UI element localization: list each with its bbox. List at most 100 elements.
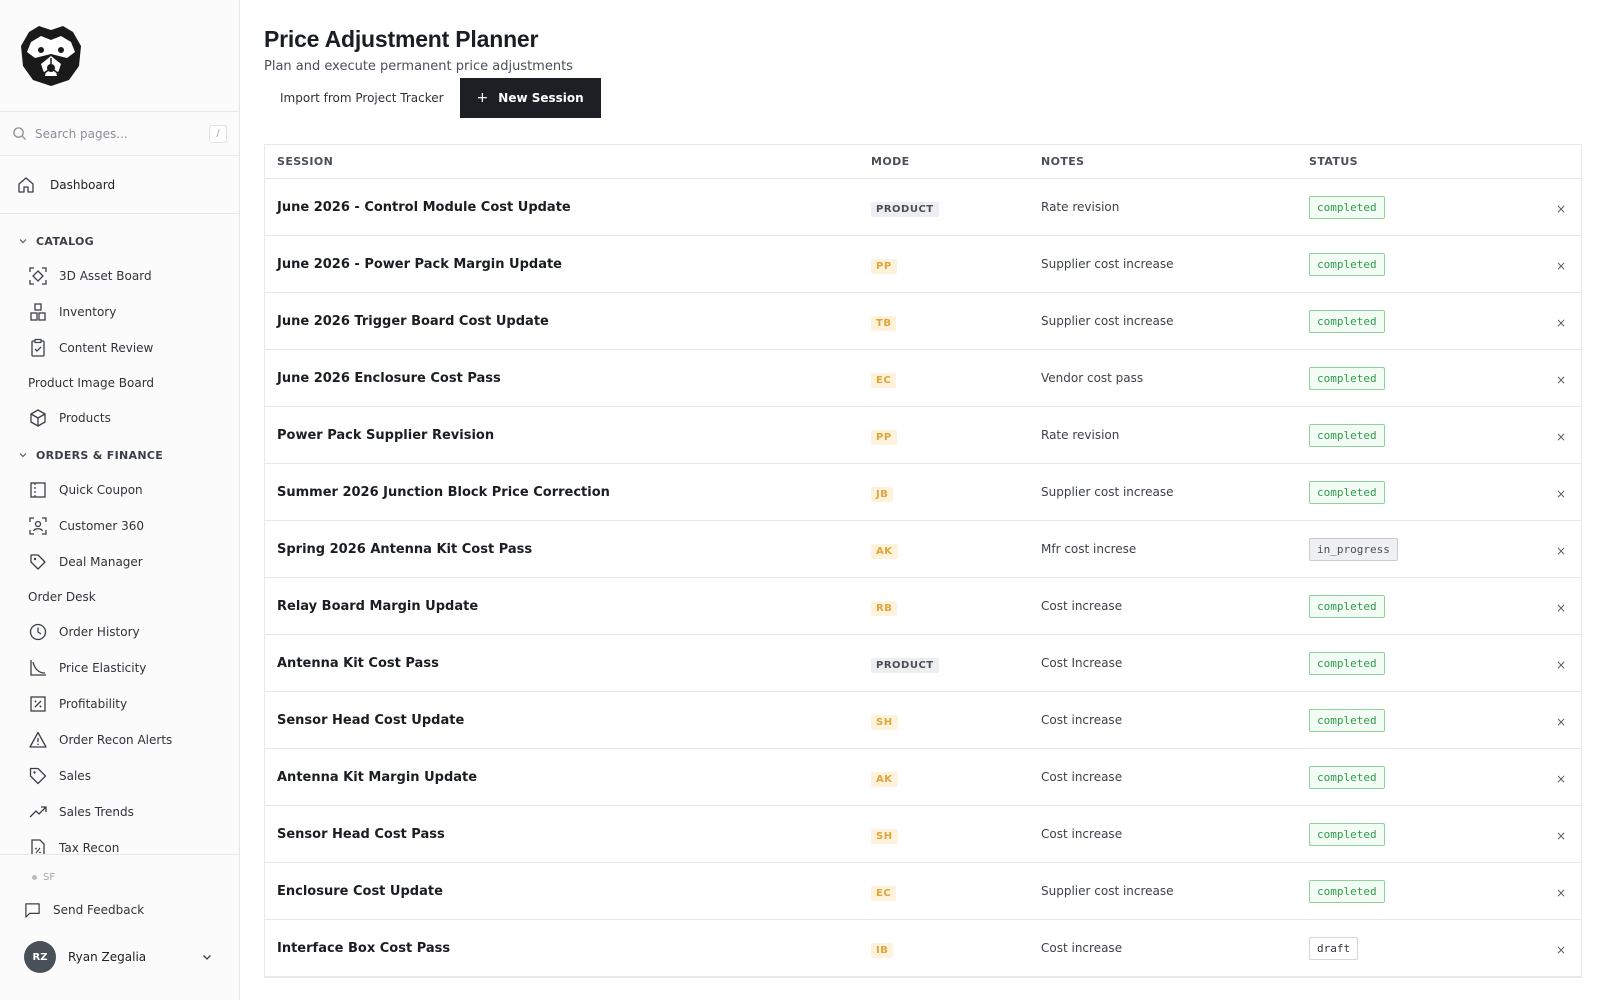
status-badge: completed xyxy=(1309,366,1385,390)
session-name[interactable]: Power Pack Supplier Revision xyxy=(265,428,871,443)
table-row[interactable]: June 2026 - Power Pack Margin Update PP Su… xyxy=(265,236,1581,293)
status-badge: completed xyxy=(1309,765,1385,789)
status-badge: completed xyxy=(1309,594,1385,618)
column-header-notes: NOTES xyxy=(1041,155,1085,168)
sidebar-item-profitability[interactable]: Profitability xyxy=(0,686,239,722)
status-badge: completed xyxy=(1309,252,1385,276)
notes-cell: Cost increase xyxy=(1041,770,1123,784)
table-row[interactable]: Power Pack Supplier Revision PP Rate revis… xyxy=(265,407,1581,464)
delete-row-button[interactable]: × xyxy=(1556,202,1566,216)
sidebar-item-label: Order Desk xyxy=(28,590,96,604)
delete-row-button[interactable]: × xyxy=(1556,544,1566,558)
session-name[interactable]: June 2026 - Power Pack Margin Update xyxy=(265,257,871,272)
mode-cell: IB xyxy=(871,938,1041,958)
sidebar-item-dashboard[interactable]: Dashboard xyxy=(0,156,239,214)
delete-row-button[interactable]: × xyxy=(1556,601,1566,615)
session-name[interactable]: Summer 2026 Junction Block Price Correct… xyxy=(265,485,871,500)
table-row[interactable]: Antenna Kit Cost Pass PRODUCT Cost Increas… xyxy=(265,635,1581,692)
sidebar-item-quick-coupon[interactable]: Quick Coupon xyxy=(0,472,239,508)
section-title: CATALOG xyxy=(36,234,94,248)
alert-triangle-icon xyxy=(29,731,47,748)
table-row[interactable]: Spring 2026 Antenna Kit Cost Pass AK Mfr c… xyxy=(265,521,1581,578)
table-row[interactable]: Summer 2026 Junction Block Price Correct… xyxy=(265,464,1581,521)
send-feedback-button[interactable]: Send Feedback xyxy=(0,887,239,933)
session-name[interactable]: June 2026 Enclosure Cost Pass xyxy=(265,371,871,386)
sidebar-item-label: Profitability xyxy=(59,697,128,711)
notes-cell: Cost increase xyxy=(1041,713,1123,727)
delete-row-button[interactable]: × xyxy=(1556,316,1566,330)
notes-cell: Mfr cost increse xyxy=(1041,542,1137,556)
status-badge: draft xyxy=(1309,936,1359,960)
search-input[interactable] xyxy=(35,126,209,141)
delete-row-button[interactable]: × xyxy=(1556,943,1566,957)
table-row[interactable]: Sensor Head Cost Pass SH Cost increase comp… xyxy=(265,806,1581,863)
sidebar-item-content-review[interactable]: Content Review xyxy=(0,330,239,366)
notes-cell: Supplier cost increase xyxy=(1041,257,1174,271)
session-name[interactable]: Sensor Head Cost Update xyxy=(265,713,871,728)
mode-cell: AK xyxy=(871,767,1041,787)
notes-cell: Vendor cost pass xyxy=(1041,371,1144,385)
session-name[interactable]: Sensor Head Cost Pass xyxy=(265,827,871,842)
avatar: RZ xyxy=(24,941,56,973)
delete-row-button[interactable]: × xyxy=(1556,772,1566,786)
session-name[interactable]: Enclosure Cost Update xyxy=(265,884,871,899)
sidebar-nav: CATALOG 3D Asset Board Inventory Content… xyxy=(0,214,239,854)
session-name[interactable]: Interface Box Cost Pass xyxy=(265,941,871,956)
delete-row-button[interactable]: × xyxy=(1556,373,1566,387)
delete-row-button[interactable]: × xyxy=(1556,829,1566,843)
mode-cell: PRODUCT xyxy=(871,653,1041,673)
delete-row-button[interactable]: × xyxy=(1556,886,1566,900)
delete-row-button[interactable]: × xyxy=(1556,430,1566,444)
sidebar-item-order-recon-alerts[interactable]: Order Recon Alerts xyxy=(0,722,239,758)
session-name[interactable]: June 2026 - Control Module Cost Update xyxy=(265,200,871,215)
session-name[interactable]: Spring 2026 Antenna Kit Cost Pass xyxy=(265,542,871,557)
mode-badge: SH xyxy=(871,829,898,844)
session-name[interactable]: June 2026 Trigger Board Cost Update xyxy=(265,314,871,329)
mode-badge: SH xyxy=(871,715,898,730)
session-name[interactable]: Antenna Kit Margin Update xyxy=(265,770,871,785)
sidebar-item-sales[interactable]: Sales xyxy=(0,758,239,794)
sidebar-item-tax-recon[interactable]: Tax Recon xyxy=(0,830,239,854)
delete-row-button[interactable]: × xyxy=(1556,487,1566,501)
status-badge: completed xyxy=(1309,309,1385,333)
sidebar-item-order-history[interactable]: Order History xyxy=(0,614,239,650)
sidebar-item-products[interactable]: Products xyxy=(0,400,239,436)
delete-row-button[interactable]: × xyxy=(1556,259,1566,273)
notes-cell: Supplier cost increase xyxy=(1041,884,1174,898)
sidebar-item-3d-asset-board[interactable]: 3D Asset Board xyxy=(0,258,239,294)
sidebar-item-inventory[interactable]: Inventory xyxy=(0,294,239,330)
user-menu[interactable]: RZ Ryan Zegalia xyxy=(0,933,239,981)
table-row[interactable]: June 2026 - Control Module Cost Update PR… xyxy=(265,179,1581,236)
logo-icon[interactable] xyxy=(17,24,85,88)
mode-cell: RB xyxy=(871,596,1041,616)
sidebar-item-sales-trends[interactable]: Sales Trends xyxy=(0,794,239,830)
mode-badge: PRODUCT xyxy=(871,202,939,217)
sidebar-item-deal-manager[interactable]: Deal Manager xyxy=(0,544,239,580)
table-row[interactable]: Interface Box Cost Pass IB Cost increase dr… xyxy=(265,920,1581,977)
clipboard-check-icon xyxy=(31,338,45,357)
new-session-button[interactable]: + New Session xyxy=(459,78,601,118)
chevron-down-icon xyxy=(203,955,211,960)
sidebar-item-product-image-board[interactable]: Product Image Board xyxy=(0,366,239,400)
table-row[interactable]: Relay Board Margin Update RB Cost increase… xyxy=(265,578,1581,635)
tags-icon xyxy=(30,554,46,570)
session-name[interactable]: Antenna Kit Cost Pass xyxy=(265,656,871,671)
mode-badge: EC xyxy=(871,886,897,901)
sidebar-item-price-elasticity[interactable]: Price Elasticity xyxy=(0,650,239,686)
session-name[interactable]: Relay Board Margin Update xyxy=(265,599,871,614)
search-shortcut-badge: / xyxy=(209,124,227,143)
trending-up-icon xyxy=(29,806,47,818)
sidebar-item-order-desk[interactable]: Order Desk xyxy=(0,580,239,614)
table-row[interactable]: Enclosure Cost Update EC Supplier cost inc… xyxy=(265,863,1581,920)
section-catalog[interactable]: CATALOG xyxy=(0,224,239,258)
sidebar-item-label: Order Recon Alerts xyxy=(59,733,173,747)
table-row[interactable]: Sensor Head Cost Update SH Cost increase co… xyxy=(265,692,1581,749)
section-orders-finance[interactable]: ORDERS & FINANCE xyxy=(0,438,239,472)
sidebar-item-customer-360[interactable]: Customer 360 xyxy=(0,508,239,544)
delete-row-button[interactable]: × xyxy=(1556,715,1566,729)
table-row[interactable]: June 2026 Trigger Board Cost Update TB Sup… xyxy=(265,293,1581,350)
table-row[interactable]: June 2026 Enclosure Cost Pass EC Vendor co… xyxy=(265,350,1581,407)
import-from-project-tracker-button[interactable]: Import from Project Tracker xyxy=(264,78,460,118)
table-row[interactable]: Antenna Kit Margin Update AK Cost increase… xyxy=(265,749,1581,806)
delete-row-button[interactable]: × xyxy=(1556,658,1566,672)
